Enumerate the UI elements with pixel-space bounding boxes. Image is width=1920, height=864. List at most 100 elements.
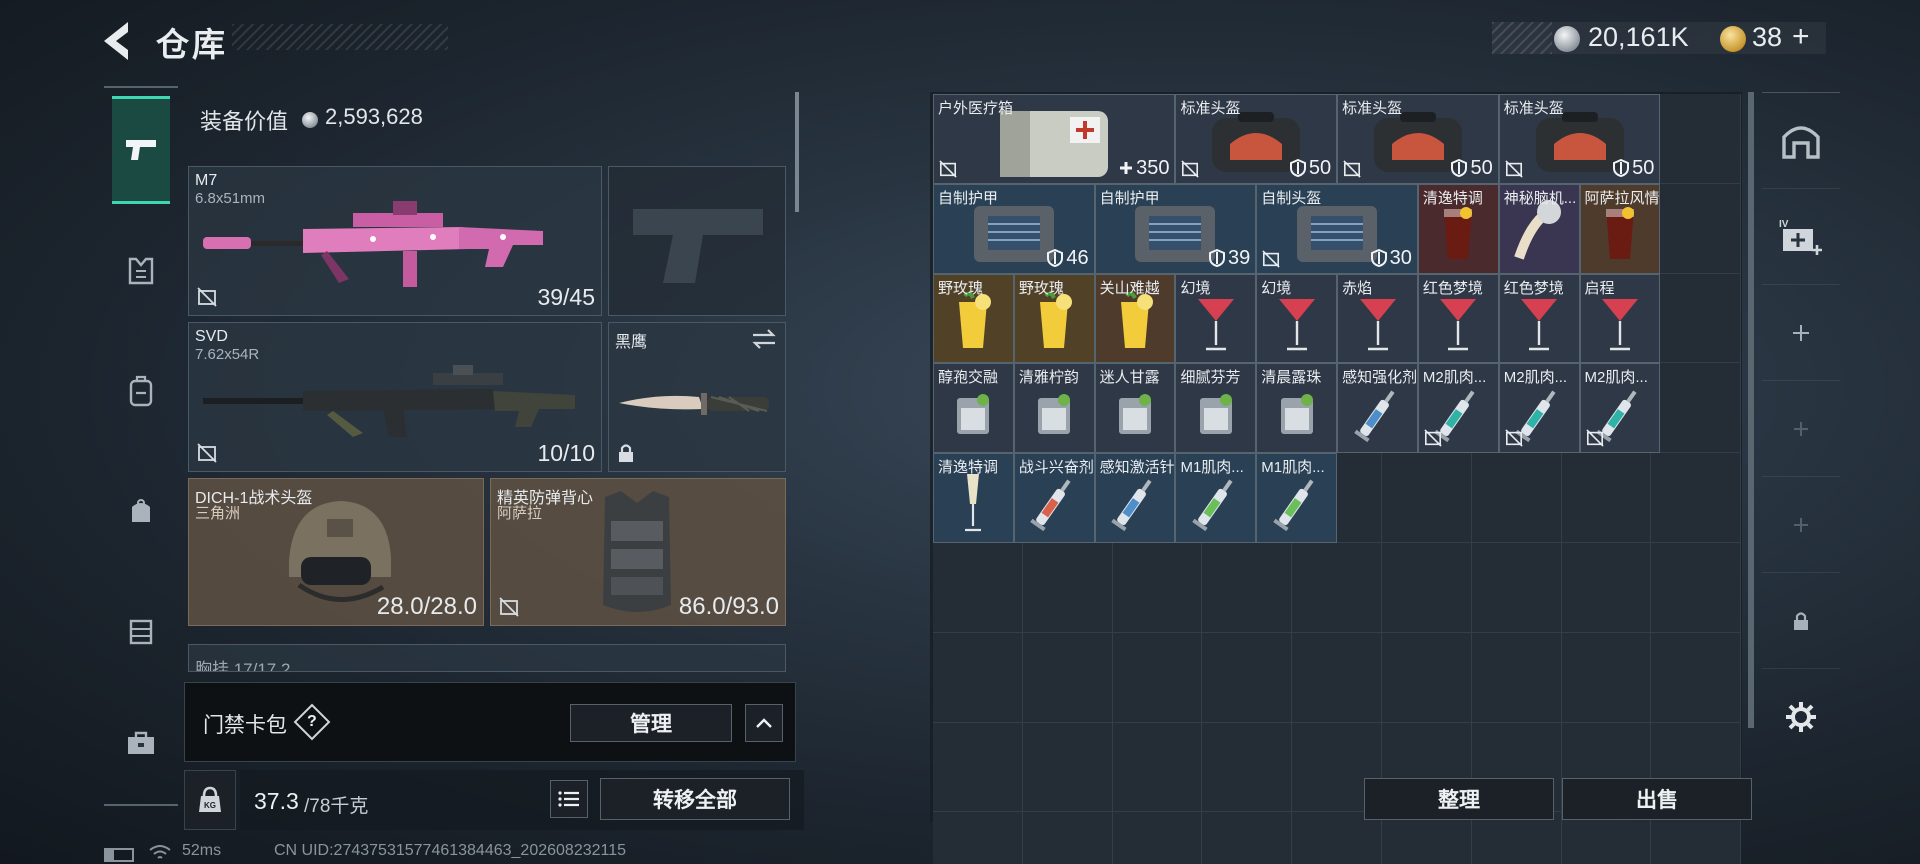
storage-empty-cell[interactable]: [1022, 722, 1113, 813]
storage-item[interactable]: 户外医疗箱 350: [933, 94, 1176, 184]
storage-item[interactable]: 感知强化剂: [1337, 363, 1418, 454]
storage-item[interactable]: M2肌肉...: [1579, 363, 1661, 454]
storage-empty-cell[interactable]: [1202, 542, 1293, 633]
storage-empty-cell[interactable]: [1202, 812, 1293, 864]
storage-empty-cell[interactable]: [1651, 273, 1742, 364]
nav-armor[interactable]: [104, 216, 178, 326]
helmet-slot[interactable]: DICH-1战术头盔 三角洲 28.0/28.0: [188, 478, 484, 626]
collapse-button[interactable]: [745, 704, 783, 742]
storage-item[interactable]: 神秘脑机...: [1498, 183, 1580, 274]
storage-item[interactable]: 幻境: [1256, 273, 1338, 364]
storage-empty-cell[interactable]: [1471, 632, 1562, 723]
nav-rig[interactable]: [104, 576, 178, 686]
add-gold-button[interactable]: +: [1792, 20, 1810, 54]
storage-item[interactable]: 战斗兴奋剂: [1013, 453, 1095, 543]
storage-empty-cell[interactable]: [1471, 812, 1562, 864]
storage-item[interactable]: 自制护甲 46: [933, 183, 1095, 274]
settings-button[interactable]: [1762, 669, 1840, 765]
storage-empty-cell[interactable]: [1292, 812, 1382, 864]
storage-item[interactable]: 阿萨拉风情: [1579, 183, 1661, 274]
storage-item[interactable]: 清逸特调: [933, 453, 1014, 543]
pistol-slot[interactable]: [608, 166, 786, 316]
storage-empty-cell[interactable]: [1112, 632, 1203, 723]
chest-rig-slot[interactable]: 胸挂 17/17 2: [188, 644, 786, 672]
storage-item[interactable]: 赤焰: [1337, 273, 1418, 364]
back-button[interactable]: [98, 18, 138, 64]
storage-empty-cell[interactable]: [1561, 542, 1652, 633]
storage-empty-cell[interactable]: [1651, 363, 1742, 454]
sort-button[interactable]: 整理: [1364, 778, 1554, 820]
storage-item[interactable]: M1肌肉...: [1256, 453, 1338, 543]
storage-item[interactable]: 关山难越: [1094, 273, 1176, 364]
storage-empty-cell[interactable]: [933, 632, 1023, 723]
storage-empty-cell[interactable]: [1202, 632, 1293, 723]
storage-item[interactable]: 细腻芬芳: [1175, 363, 1257, 454]
armor-slot[interactable]: 精英防弹背心 阿萨拉 86.0/93.0: [490, 478, 786, 626]
add-storage-tab[interactable]: [1762, 477, 1840, 573]
secondary-weapon-slot[interactable]: SVD 7.62x54R 10/10: [188, 322, 602, 472]
transfer-all-button[interactable]: 转移全部: [600, 778, 790, 820]
storage-item[interactable]: 野玫瑰: [1013, 273, 1095, 364]
help-icon[interactable]: ?: [293, 703, 331, 741]
storage-empty-cell[interactable]: [1651, 542, 1742, 633]
storage-empty-cell[interactable]: [1651, 812, 1742, 864]
storage-item[interactable]: 标准头盔 50: [1337, 94, 1499, 184]
storage-empty-cell[interactable]: [1112, 542, 1203, 633]
storage-empty-cell[interactable]: [933, 542, 1023, 633]
nav-bag[interactable]: [104, 456, 178, 566]
storage-empty-cell[interactable]: [1561, 812, 1652, 864]
melee-slot[interactable]: 黑鹰: [608, 322, 786, 472]
tab-medkit-storage[interactable]: IV: [1762, 189, 1840, 285]
storage-empty-cell[interactable]: [1112, 812, 1203, 864]
storage-item[interactable]: 野玫瑰: [933, 273, 1014, 364]
storage-item[interactable]: 醇孢交融: [933, 363, 1014, 454]
storage-empty-cell[interactable]: [1202, 722, 1293, 813]
storage-empty-cell[interactable]: [1651, 632, 1742, 723]
nav-weapons[interactable]: [112, 96, 170, 204]
storage-item[interactable]: M2肌肉...: [1498, 363, 1580, 454]
storage-item[interactable]: 自制头盔 30: [1256, 183, 1418, 274]
storage-empty-cell[interactable]: [1471, 542, 1562, 633]
storage-item[interactable]: M2肌肉...: [1417, 363, 1499, 454]
storage-empty-cell[interactable]: [1112, 722, 1203, 813]
storage-empty-cell[interactable]: [1381, 812, 1472, 864]
storage-item[interactable]: 标准头盔 50: [1498, 94, 1661, 184]
swap-icon[interactable]: [751, 329, 777, 349]
storage-empty-cell[interactable]: [1381, 453, 1472, 543]
storage-empty-cell[interactable]: [1651, 183, 1742, 274]
storage-empty-cell[interactable]: [933, 812, 1023, 864]
storage-empty-cell[interactable]: [1381, 632, 1472, 723]
storage-empty-cell[interactable]: [1022, 632, 1113, 723]
tab-storage-main[interactable]: [1762, 93, 1840, 189]
locked-storage-tab[interactable]: [1762, 573, 1840, 669]
nav-backpack[interactable]: [104, 336, 178, 446]
storage-empty-cell[interactable]: [1471, 453, 1562, 543]
storage-empty-cell[interactable]: [1022, 542, 1113, 633]
storage-empty-cell[interactable]: [1651, 94, 1742, 184]
storage-item[interactable]: 清逸特调: [1417, 183, 1499, 274]
add-storage-tab[interactable]: [1762, 285, 1840, 381]
primary-weapon-slot[interactable]: M7 6.8x51mm 39/45: [188, 166, 602, 316]
storage-item[interactable]: 迷人甘露: [1094, 363, 1176, 454]
storage-empty-cell[interactable]: [1651, 453, 1742, 543]
storage-item[interactable]: 感知激活针: [1094, 453, 1176, 543]
storage-item[interactable]: M1肌肉...: [1175, 453, 1257, 543]
nav-case[interactable]: [104, 688, 178, 798]
manage-button[interactable]: 管理: [570, 704, 732, 742]
storage-item[interactable]: 标准头盔 50: [1175, 94, 1338, 184]
storage-item[interactable]: 红色梦境: [1417, 273, 1499, 364]
sell-button[interactable]: 出售: [1562, 778, 1752, 820]
list-view-button[interactable]: [550, 780, 588, 818]
storage-empty-cell[interactable]: [1292, 542, 1382, 633]
add-storage-tab[interactable]: [1762, 381, 1840, 477]
storage-empty-cell[interactable]: [1292, 632, 1382, 723]
storage-scrollbar[interactable]: [1748, 92, 1754, 728]
storage-item[interactable]: 清晨露珠: [1256, 363, 1338, 454]
equipment-scrollbar[interactable]: [795, 92, 799, 212]
storage-item[interactable]: 自制护甲 39: [1094, 183, 1257, 274]
storage-empty-cell[interactable]: [1561, 632, 1652, 723]
storage-item[interactable]: 红色梦境: [1498, 273, 1580, 364]
storage-empty-cell[interactable]: [1022, 812, 1113, 864]
storage-empty-cell[interactable]: [1561, 453, 1652, 543]
storage-empty-cell[interactable]: [933, 722, 1023, 813]
